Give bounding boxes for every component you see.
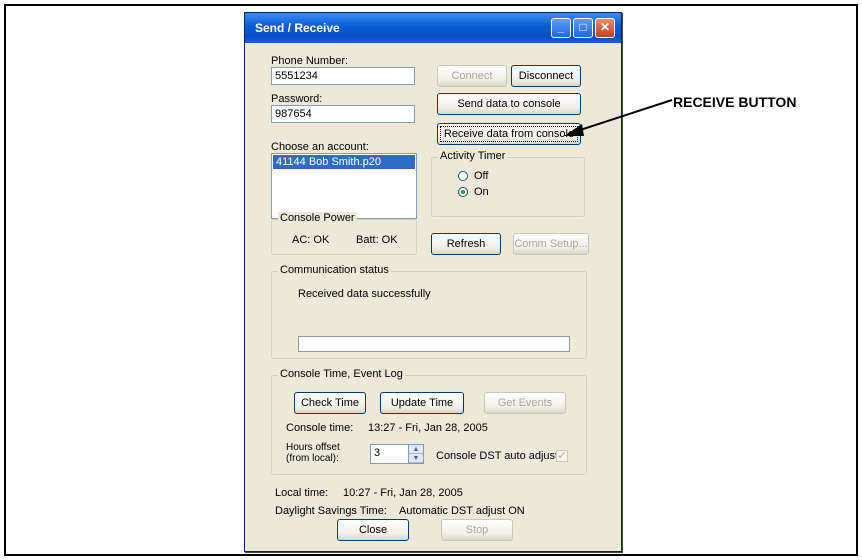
dst-value: Automatic DST adjust ON — [399, 505, 525, 517]
phone-number-label: Phone Number: — [271, 55, 349, 67]
disconnect-button[interactable]: Disconnect — [511, 65, 581, 87]
activity-timer-title: Activity Timer — [438, 150, 508, 162]
password-input[interactable]: 987654 — [271, 105, 415, 123]
title-bar[interactable]: Send / Receive _ □ ✕ — [245, 13, 621, 43]
dst-auto-adjust-label: Console DST auto adjust: — [436, 450, 562, 462]
ac-status: AC: OK — [292, 234, 330, 246]
window-title: Send / Receive — [255, 21, 340, 35]
activity-timer-on-radio[interactable]: On — [458, 186, 489, 198]
password-label: Password: — [271, 93, 323, 105]
activity-timer-off-radio[interactable]: Off — [458, 170, 488, 182]
local-time-value: 10:27 - Fri, Jan 28, 2005 — [343, 487, 463, 499]
communication-status-group: Communication status Received data succe… — [271, 264, 587, 359]
console-power-title: Console Power — [278, 212, 357, 224]
event-log-title: Console Time, Event Log — [278, 368, 405, 380]
hours-offset-label-2: (from local): — [286, 453, 339, 464]
maximize-button[interactable]: □ — [573, 18, 593, 38]
dst-label: Daylight Savings Time: — [275, 505, 387, 517]
close-window-button[interactable]: ✕ — [595, 18, 615, 38]
battery-status: Batt: OK — [356, 234, 398, 246]
close-button[interactable]: Close — [337, 519, 409, 541]
spin-up-icon[interactable]: ▲ — [409, 445, 423, 454]
stop-button[interactable]: Stop — [441, 519, 513, 541]
account-listbox[interactable]: 41144 Bob Smith.p20 — [271, 153, 417, 219]
minimize-button[interactable]: _ — [551, 18, 571, 38]
receive-data-label: Receive data from console — [440, 126, 578, 142]
activity-timer-off-label: Off — [474, 170, 489, 182]
dst-auto-adjust-checkbox[interactable]: ✓ — [556, 450, 568, 462]
local-time-label: Local time: — [275, 487, 329, 499]
update-time-button[interactable]: Update Time — [380, 392, 464, 414]
console-time-value: 13:27 - Fri, Jan 28, 2005 — [368, 422, 488, 434]
radio-on-indicator — [458, 187, 468, 197]
radio-off-indicator — [458, 171, 468, 181]
phone-number-input[interactable]: 5551234 — [271, 67, 415, 85]
console-time-label: Console time: — [286, 422, 354, 434]
choose-account-label: Choose an account: — [271, 141, 369, 153]
progress-bar — [298, 336, 570, 352]
activity-timer-group: Activity Timer Off On — [431, 150, 585, 217]
spin-down-icon[interactable]: ▼ — [409, 454, 423, 463]
activity-timer-on-label: On — [474, 186, 489, 198]
account-list-item[interactable]: 41144 Bob Smith.p20 — [273, 155, 415, 169]
check-time-button[interactable]: Check Time — [294, 392, 366, 414]
refresh-button[interactable]: Refresh — [431, 233, 501, 255]
hours-offset-label-1: Hours offset — [286, 442, 340, 453]
hours-offset-spinner[interactable]: ▲ ▼ — [408, 444, 424, 464]
annotation-arrow — [564, 99, 673, 136]
get-events-button[interactable]: Get Events — [484, 392, 566, 414]
hours-offset-input[interactable]: 3 — [370, 444, 410, 464]
connect-button[interactable]: Connect — [437, 65, 507, 87]
status-message: Received data successfully — [298, 288, 431, 300]
send-receive-dialog: Send / Receive _ □ ✕ Phone Number: 55512… — [244, 12, 622, 552]
event-log-group: Console Time, Event Log Check Time Updat… — [271, 368, 587, 475]
console-power-group: Console Power AC: OK Batt: OK — [271, 212, 417, 255]
annotation-label: RECEIVE BUTTON — [673, 94, 797, 110]
comm-setup-button[interactable]: Comm Setup... — [513, 233, 589, 255]
communication-status-title: Communication status — [278, 264, 391, 276]
